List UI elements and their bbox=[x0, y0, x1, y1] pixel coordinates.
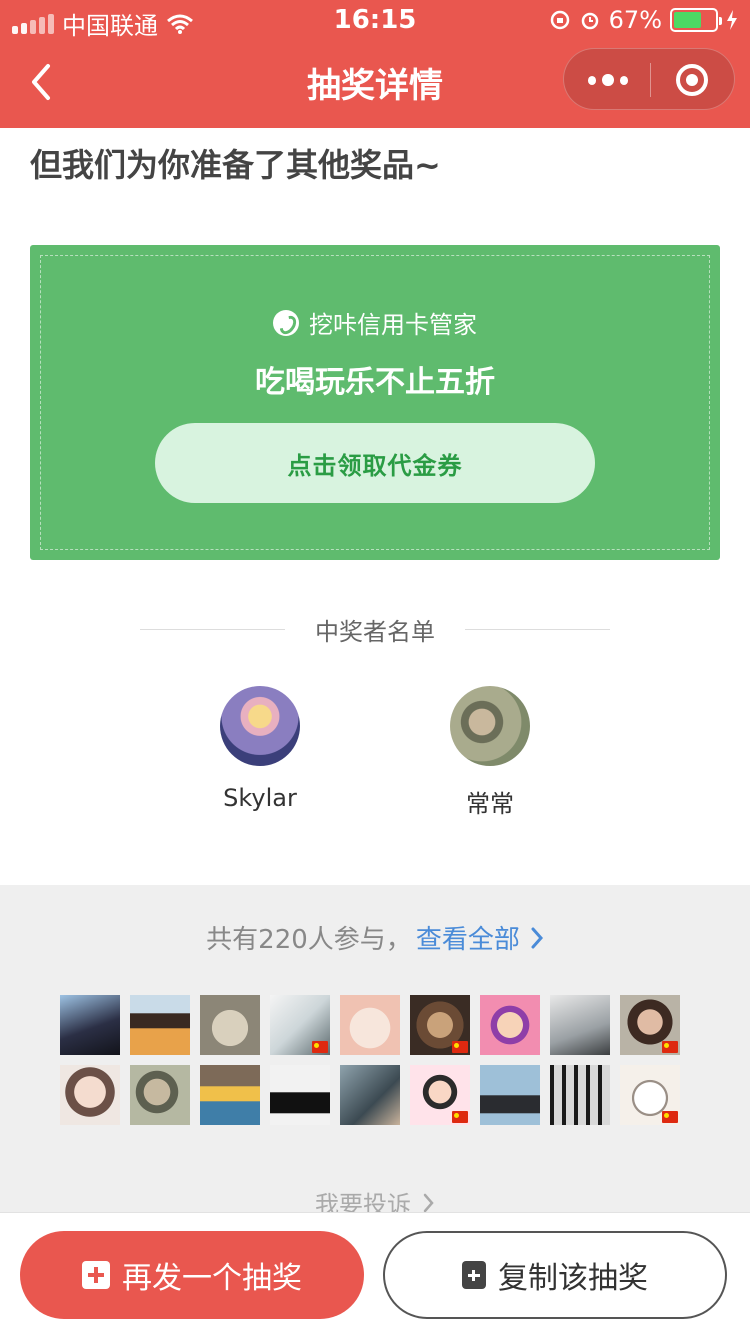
participant-avatar[interactable] bbox=[60, 1065, 120, 1125]
china-flag-icon bbox=[662, 1111, 678, 1123]
divider-line bbox=[465, 629, 610, 630]
winner-name: Skylar bbox=[223, 784, 297, 812]
winners-heading: 中奖者名单 bbox=[0, 612, 750, 647]
china-flag-icon bbox=[452, 1111, 468, 1123]
china-flag-icon bbox=[662, 1041, 678, 1053]
participant-avatar[interactable] bbox=[480, 1065, 540, 1125]
participant-avatar[interactable] bbox=[620, 1065, 680, 1125]
avatar bbox=[450, 686, 530, 766]
copy-icon bbox=[462, 1261, 486, 1289]
copy-lottery-label: 复制该抽奖 bbox=[498, 1261, 648, 1296]
chevron-right-icon bbox=[531, 927, 543, 948]
participant-avatar[interactable] bbox=[270, 995, 330, 1055]
winner-item[interactable]: 常常 bbox=[410, 686, 570, 819]
status-right: 67% bbox=[549, 6, 738, 34]
avatar bbox=[220, 686, 300, 766]
capsule-divider bbox=[650, 63, 651, 97]
view-all-label: 查看全部 bbox=[415, 925, 520, 955]
participant-avatar[interactable] bbox=[340, 995, 400, 1055]
participant-avatar-grid bbox=[60, 995, 700, 1125]
winner-name: 常常 bbox=[466, 790, 514, 818]
participant-avatar[interactable] bbox=[550, 995, 610, 1055]
participant-avatar[interactable] bbox=[340, 1065, 400, 1125]
promo-brand: 挖咔信用卡管家 bbox=[30, 305, 720, 340]
battery-percent: 67% bbox=[608, 6, 662, 34]
participant-avatar[interactable] bbox=[270, 1065, 330, 1125]
subheading: 但我们为你准备了其他奖品~ bbox=[30, 146, 441, 184]
alarm-icon bbox=[581, 12, 598, 30]
participant-avatar[interactable] bbox=[130, 995, 190, 1055]
promo-title: 吃喝玩乐不止五折 bbox=[255, 365, 495, 400]
divider-line bbox=[140, 629, 285, 630]
create-lottery-label: 再发一个抽奖 bbox=[122, 1261, 302, 1296]
plus-square-icon bbox=[82, 1261, 110, 1289]
participant-avatar[interactable] bbox=[200, 1065, 260, 1125]
view-all-link[interactable]: 查看全部 bbox=[416, 919, 544, 956]
china-flag-icon bbox=[312, 1041, 328, 1053]
participant-avatar[interactable] bbox=[200, 995, 260, 1055]
promo-brand-name: 挖咔信用卡管家 bbox=[309, 311, 477, 339]
target-circle-icon[interactable] bbox=[676, 64, 708, 96]
claim-voucher-button[interactable]: 点击领取代金券 bbox=[155, 423, 595, 503]
mini-program-capsule bbox=[563, 48, 735, 110]
participant-avatar[interactable] bbox=[410, 995, 470, 1055]
battery-icon bbox=[670, 8, 722, 32]
participant-avatar[interactable] bbox=[130, 1065, 190, 1125]
winner-item[interactable]: Skylar bbox=[180, 686, 340, 812]
participants-section: 共有220人参与， 查看全部 我要投诉 bbox=[0, 885, 750, 1219]
rotation-lock-icon bbox=[550, 10, 569, 30]
participant-avatar[interactable] bbox=[480, 995, 540, 1055]
participants-count: 共有220人参与， 查看全部 bbox=[0, 919, 750, 956]
participant-avatar[interactable] bbox=[620, 995, 680, 1055]
mini-program-icon bbox=[273, 309, 299, 336]
status-bar: 中国联通 16:15 67% bbox=[0, 0, 750, 40]
footer-bar: 再发一个抽奖 复制该抽奖 bbox=[0, 1212, 750, 1334]
china-flag-icon bbox=[452, 1041, 468, 1053]
promo-dashed-border bbox=[40, 255, 710, 550]
chevron-right-icon bbox=[423, 1193, 434, 1212]
winners-heading-label: 中奖者名单 bbox=[315, 618, 435, 646]
participant-avatar[interactable] bbox=[550, 1065, 610, 1125]
participants-count-text: 共有220人参与， bbox=[206, 925, 412, 955]
header: 中国联通 16:15 67% 抽奖详情 bbox=[0, 0, 750, 128]
more-dots-icon[interactable] bbox=[588, 67, 629, 93]
participant-avatar[interactable] bbox=[60, 995, 120, 1055]
charging-icon bbox=[727, 10, 737, 30]
promo-card: 挖咔信用卡管家 吃喝玩乐不止五折 点击领取代金券 bbox=[30, 245, 720, 560]
participant-avatar[interactable] bbox=[410, 1065, 470, 1125]
copy-lottery-button[interactable]: 复制该抽奖 bbox=[383, 1231, 727, 1319]
create-lottery-button[interactable]: 再发一个抽奖 bbox=[20, 1231, 364, 1319]
